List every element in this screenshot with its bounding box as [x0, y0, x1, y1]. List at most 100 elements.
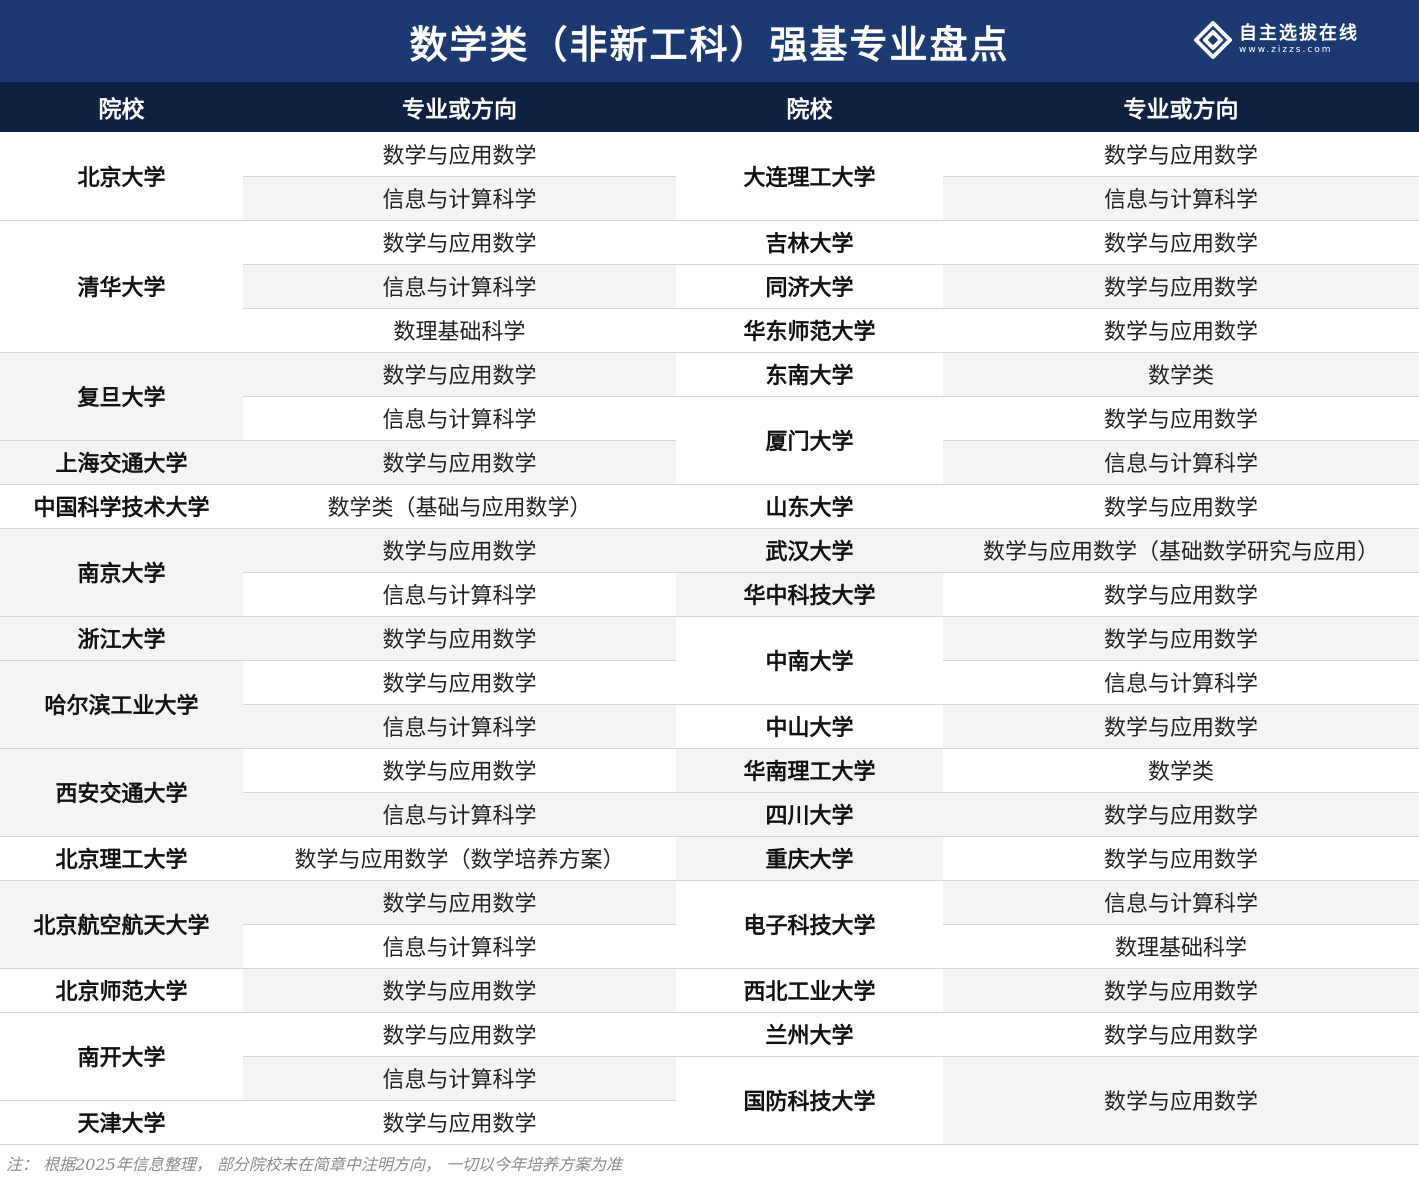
col-header-major-left: 专业或方向	[402, 97, 517, 123]
row-divider	[0, 440, 676, 441]
row-divider	[243, 704, 676, 705]
major-cell: 信息与计算科学	[243, 264, 676, 308]
row-divider	[0, 352, 676, 353]
school-cell: 清华大学	[77, 275, 166, 301]
school-cell: 四川大学	[676, 792, 943, 836]
school-cell: 南开大学	[77, 1045, 166, 1071]
major-cell: 数学与应用数学	[943, 616, 1419, 660]
major-cell: 数学与应用数学	[243, 616, 676, 660]
row-divider	[943, 176, 1419, 177]
row-divider	[676, 220, 1419, 221]
school-cell: 复旦大学	[0, 352, 243, 440]
school-cell: 东南大学	[765, 363, 854, 389]
col-header-school-left: 院校	[98, 97, 145, 123]
major-cell: 数学与应用数学	[1103, 232, 1258, 257]
row-divider	[0, 660, 676, 661]
major-cell: 数学与应用数学	[1103, 408, 1258, 433]
majors-table: 院校 专业或方向 院校 专业或方向 北京大学 数学与应用数学 信息与计算科学 清华大学…	[0, 82, 1419, 1144]
major-cell: 数学与应用数学	[243, 528, 676, 572]
row-divider	[243, 792, 676, 793]
row-divider	[676, 528, 1419, 529]
major-cell: 数理基础科学	[1114, 936, 1247, 961]
school-cell: 大连理工大学	[743, 165, 876, 191]
major-cell: 数学与应用数学	[382, 1024, 537, 1049]
school-cell: 北京大学	[77, 165, 166, 191]
school-cell: 厦门大学	[765, 429, 854, 455]
major-cell: 数学与应用数学	[1103, 320, 1258, 345]
school-cell: 上海交通大学	[0, 440, 243, 484]
page-header: 数学类（非新工科）强基专业盘点 自主选拔在线 www.zizzs.com	[0, 0, 1419, 82]
school-cell: 北京理工大学	[55, 847, 188, 873]
row-divider	[676, 792, 1419, 793]
major-cell: 数学与应用数学	[382, 760, 537, 785]
major-cell: 信息与计算科学	[1103, 672, 1258, 697]
school-cell: 兰州大学	[765, 1023, 854, 1049]
row-divider	[676, 572, 1419, 573]
school-cell: 西安交通大学	[0, 748, 243, 836]
major-cell: 信息与计算科学	[243, 176, 676, 220]
major-cell: 数学与应用数学	[943, 1056, 1419, 1144]
row-divider	[243, 572, 676, 573]
major-cell: 信息与计算科学	[943, 440, 1419, 484]
row-divider	[0, 220, 676, 221]
row-divider	[676, 880, 1419, 881]
row-divider	[676, 352, 1419, 353]
row-divider	[943, 660, 1419, 661]
school-cell: 国防科技大学	[743, 1089, 876, 1115]
major-cell: 数学与应用数学	[382, 672, 537, 697]
school-cell: 华南理工大学	[676, 748, 943, 792]
school-cell: 中南大学	[765, 649, 854, 675]
row-divider	[0, 484, 676, 485]
col-header-school-right: 院校	[786, 97, 833, 123]
major-cell: 信息与计算科学	[382, 936, 537, 961]
major-cell: 数学与应用数学	[243, 968, 676, 1012]
school-cell: 天津大学	[77, 1111, 166, 1137]
major-cell: 信息与计算科学	[943, 176, 1419, 220]
school-cell: 中山大学	[765, 715, 854, 741]
row-divider	[0, 528, 676, 529]
major-cell: 数学与应用数学	[943, 264, 1419, 308]
row-divider	[943, 440, 1419, 441]
major-cell: 信息与计算科学	[243, 704, 676, 748]
major-cell: 信息与计算科学	[382, 408, 537, 433]
page-title: 数学类（非新工科）强基专业盘点	[409, 22, 1010, 67]
school-cell: 哈尔滨工业大学	[0, 660, 243, 748]
major-cell: 数学与应用数学	[243, 352, 676, 396]
brand-logo[interactable]: 自主选拔在线 www.zizzs.com	[1193, 20, 1359, 60]
school-cell: 吉林大学	[765, 231, 854, 257]
major-cell: 数学与应用数学	[382, 144, 537, 169]
major-cell: 信息与计算科学	[943, 880, 1419, 924]
major-cell: 数学与应用数学	[1103, 496, 1258, 521]
major-cell: 数学与应用数学（基础数学研究与应用）	[943, 528, 1419, 572]
major-cell: 数学与应用数学	[1103, 144, 1258, 169]
school-cell: 重庆大学	[676, 836, 943, 880]
major-cell: 数理基础科学	[393, 320, 526, 345]
row-divider	[676, 1056, 1419, 1057]
school-cell: 北京师范大学	[55, 979, 188, 1005]
major-cell: 信息与计算科学	[382, 584, 537, 609]
major-cell: 数学与应用数学	[943, 968, 1419, 1012]
row-divider	[676, 748, 1419, 749]
major-cell: 数学与应用数学	[1103, 848, 1258, 873]
row-divider	[0, 880, 676, 881]
school-cell: 山东大学	[765, 495, 854, 521]
row-divider	[243, 264, 676, 265]
row-divider	[0, 1100, 676, 1101]
row-divider	[0, 748, 676, 749]
school-cell: 华东师范大学	[743, 319, 876, 345]
major-cell: 数学类	[943, 352, 1419, 396]
row-divider	[243, 308, 676, 309]
school-cell: 同济大学	[765, 275, 854, 301]
row-divider	[0, 836, 676, 837]
major-cell: 数学与应用数学	[382, 232, 537, 257]
school-cell: 武汉大学	[676, 528, 943, 572]
major-cell: 数学与应用数学	[243, 440, 676, 484]
school-cell: 西北工业大学	[743, 979, 876, 1005]
school-cell: 浙江大学	[0, 616, 243, 660]
row-divider	[243, 176, 676, 177]
school-cell: 电子科技大学	[743, 913, 876, 939]
row-divider	[0, 968, 676, 969]
row-divider	[943, 924, 1419, 925]
row-divider	[676, 1012, 1419, 1013]
row-divider	[676, 308, 1419, 309]
